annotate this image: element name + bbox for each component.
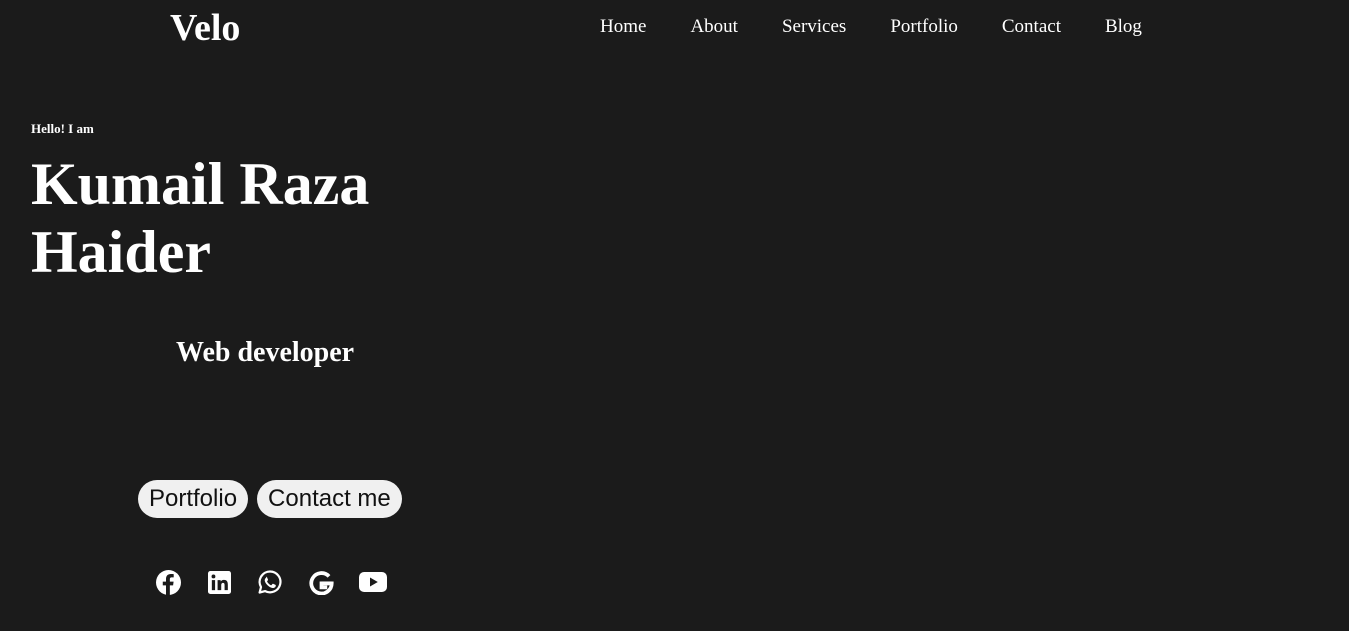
whatsapp-icon <box>258 570 282 594</box>
nav-portfolio[interactable]: Portfolio <box>890 15 958 39</box>
social-links <box>155 569 387 595</box>
main-nav: Home About Services Portfolio Contact Bl… <box>600 15 1142 39</box>
nav-services[interactable]: Services <box>782 15 846 39</box>
portfolio-button[interactable]: Portfolio <box>138 480 249 518</box>
youtube-icon <box>359 572 387 592</box>
youtube-link[interactable] <box>359 569 387 595</box>
google-link[interactable] <box>308 569 334 595</box>
linkedin-icon <box>207 570 231 594</box>
hero-name: Kumail Raza Haider <box>31 151 370 285</box>
nav-blog[interactable]: Blog <box>1105 15 1142 39</box>
nav-home[interactable]: Home <box>600 15 646 39</box>
hero-buttons: Portfolio Contact me <box>138 480 402 518</box>
nav-about[interactable]: About <box>690 15 738 39</box>
linkedin-link[interactable] <box>206 569 232 595</box>
google-icon <box>308 570 334 595</box>
facebook-link[interactable] <box>155 569 181 595</box>
contact-me-button[interactable]: Contact me <box>257 480 402 518</box>
hero-role: Web developer <box>176 337 355 368</box>
facebook-icon <box>155 569 181 595</box>
whatsapp-link[interactable] <box>257 569 283 595</box>
site-logo[interactable]: Velo <box>170 6 240 50</box>
nav-contact[interactable]: Contact <box>1002 15 1061 39</box>
hero-greeting: Hello! I am <box>31 121 94 136</box>
page: Velo Home About Services Portfolio Conta… <box>0 0 1349 631</box>
